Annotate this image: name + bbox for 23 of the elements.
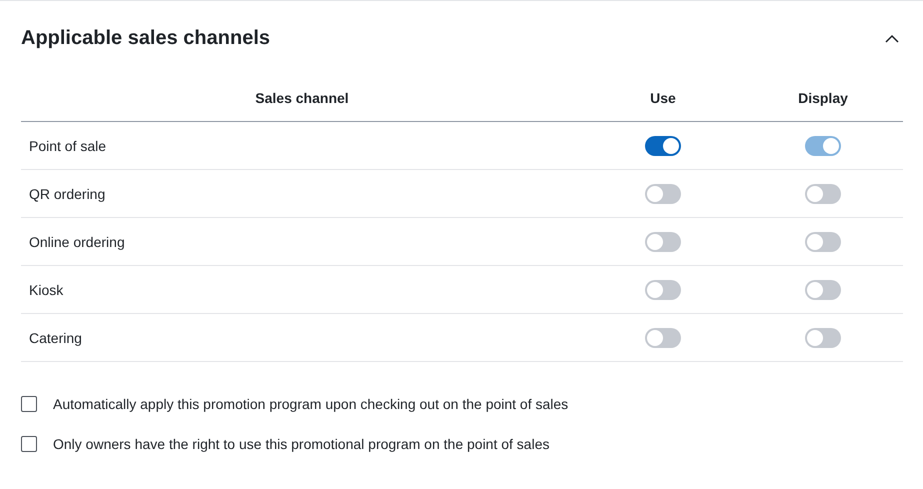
column-header: Use <box>583 75 743 122</box>
toggle-switch[interactable] <box>645 328 681 348</box>
column-header: Sales channel <box>21 75 583 122</box>
checkbox-label: Automatically apply this promotion program upon checking out on the point of sales <box>53 396 568 412</box>
toggle-switch[interactable] <box>805 280 841 300</box>
column-header: Display <box>743 75 903 122</box>
toggle-switch[interactable] <box>805 232 841 252</box>
toggle-switch[interactable] <box>645 280 681 300</box>
channel-name: QR ordering <box>29 186 106 202</box>
toggle-switch[interactable] <box>645 136 681 156</box>
checkbox[interactable] <box>21 436 37 452</box>
channel-name: Point of sale <box>29 138 106 154</box>
toggle-switch[interactable] <box>645 232 681 252</box>
checkbox[interactable] <box>21 396 37 412</box>
section-title: Applicable sales channels <box>21 26 270 50</box>
chevron-icon[interactable] <box>885 34 899 42</box>
toggle-switch[interactable] <box>645 184 681 204</box>
toggle-switch[interactable] <box>805 328 841 348</box>
checkbox-label: Only owners have the right to use this promotional program on the point of sales <box>53 436 550 452</box>
channel-name: Kiosk <box>29 282 64 298</box>
toggle-switch[interactable] <box>805 184 841 204</box>
channel-name: Catering <box>29 330 82 346</box>
channel-name: Online ordering <box>29 234 125 250</box>
